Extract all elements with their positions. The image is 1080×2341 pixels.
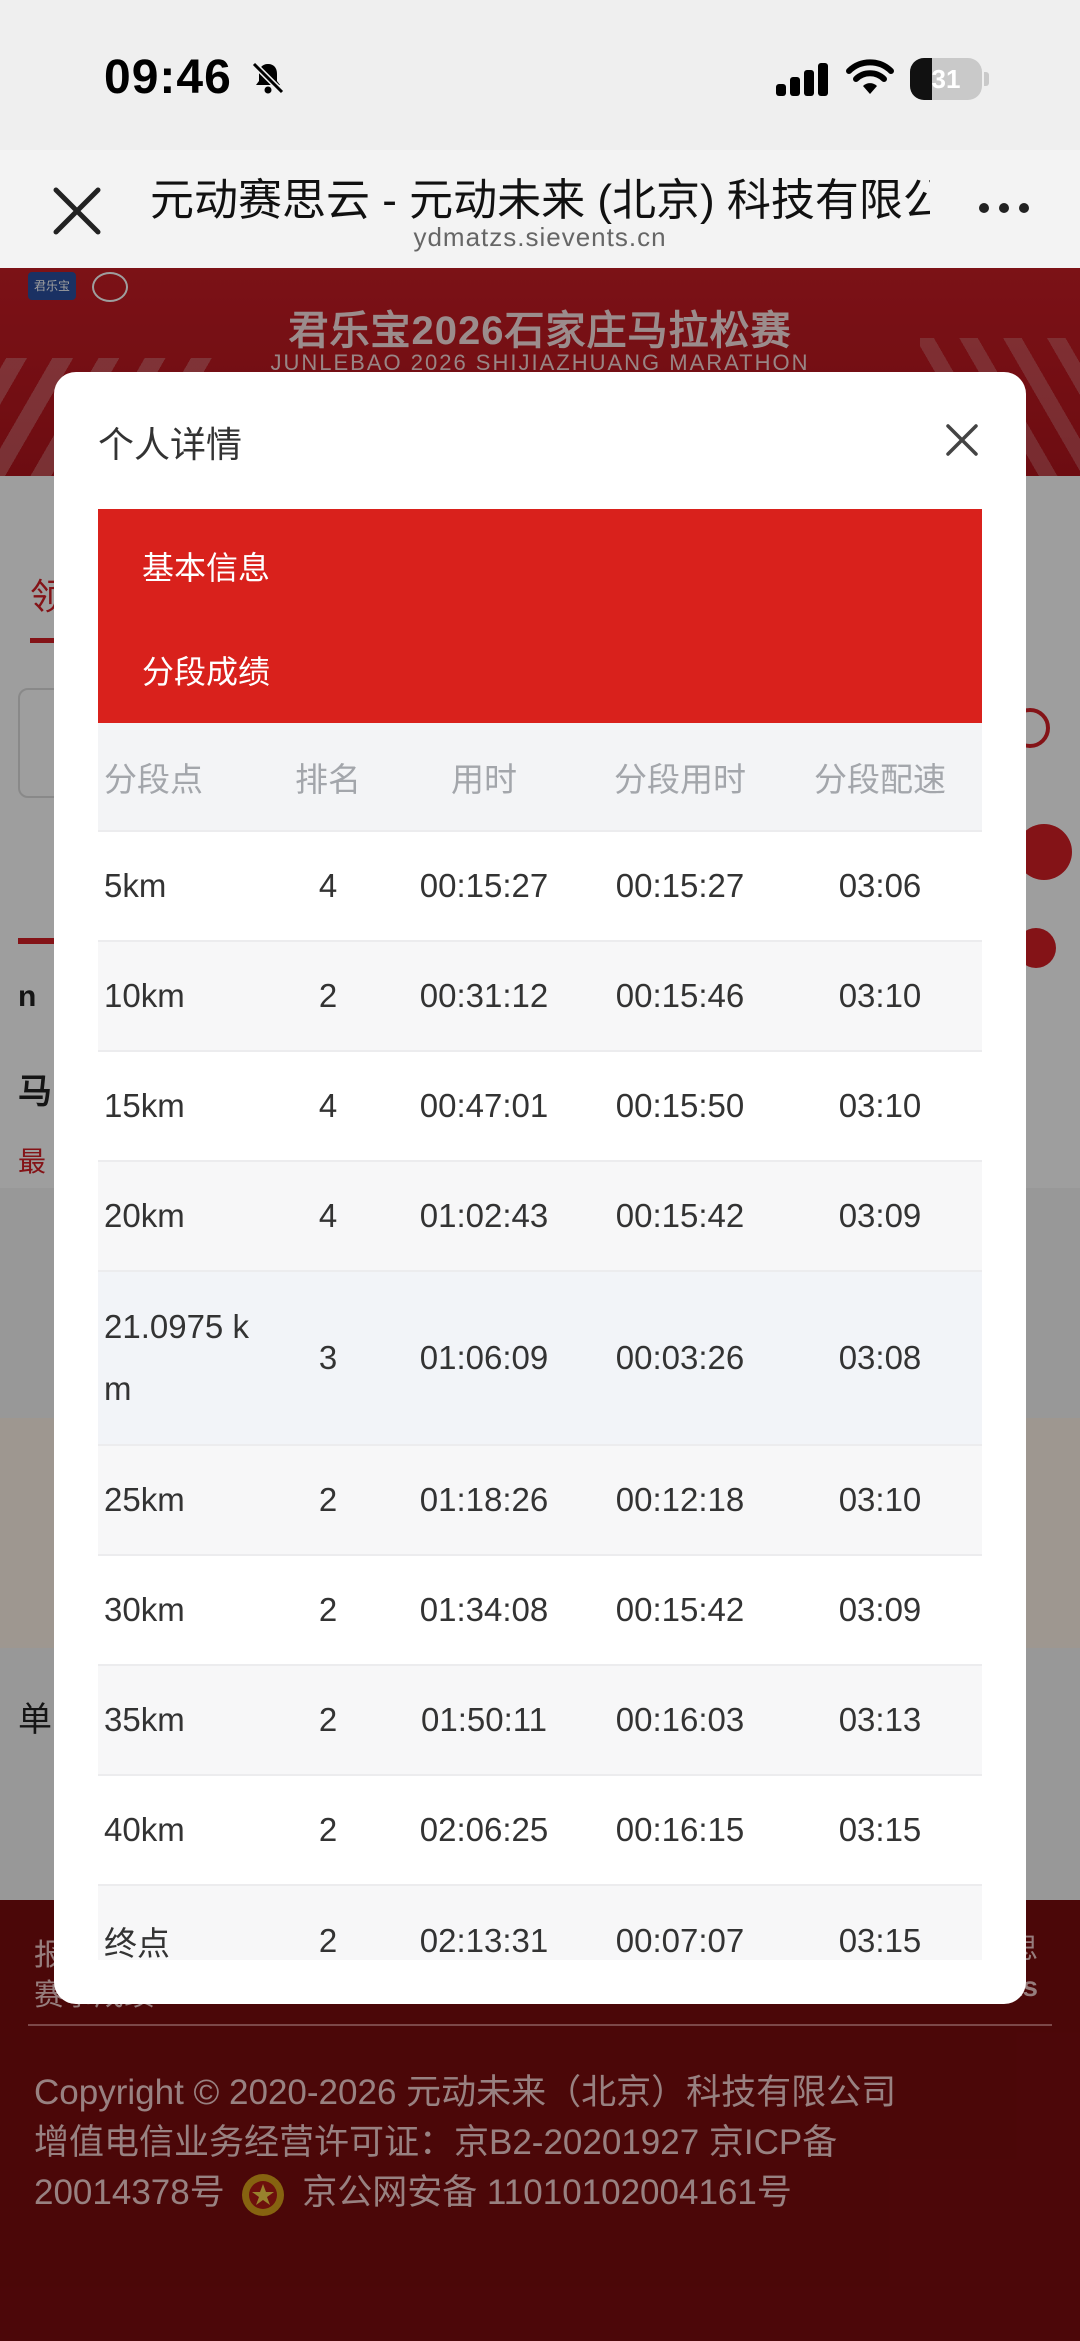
cell-split-time: 00:03:26	[582, 1270, 778, 1445]
cell-split-pace: 03:09	[778, 1554, 982, 1665]
table-row: 35km 2 01:50:11 00:16:03 03:13	[98, 1664, 982, 1775]
cellular-signal-icon	[776, 63, 828, 96]
browser-header: 元动赛思云 - 元动未来 (北京) 科技有限公司 ydmatzs.sievent…	[0, 150, 1080, 268]
cell-rank: 2	[270, 1664, 386, 1775]
cell-split-pace: 03:10	[778, 1444, 982, 1555]
column-header: 用时	[386, 723, 582, 831]
page-title: 元动赛思云 - 元动未来 (北京) 科技有限公司	[150, 176, 930, 225]
cell-rank: 3	[270, 1270, 386, 1445]
table-row: 40km 2 02:06:25 00:16:15 03:15	[98, 1774, 982, 1885]
cell-rank: 4	[270, 1160, 386, 1271]
cell-split-time: 00:07:07	[582, 1884, 778, 1960]
table-row: 终点 2 02:13:31 00:07:07 03:15	[98, 1884, 982, 1960]
cell-split-pace: 03:15	[778, 1884, 982, 1960]
cell-split-pace: 03:09	[778, 1160, 982, 1271]
cell-rank: 4	[270, 1050, 386, 1161]
cell-time: 02:13:31	[386, 1884, 582, 1960]
section-menu: 基本信息 分段成绩	[98, 509, 982, 723]
cell-checkpoint: 10km	[98, 940, 270, 1051]
cell-checkpoint: 35km	[98, 1664, 270, 1775]
cell-checkpoint: 5km	[98, 830, 270, 941]
table-header-row: 分段点 排名 用时 分段用时 分段配速	[98, 723, 982, 831]
cell-split-time: 00:16:03	[582, 1664, 778, 1775]
cell-time: 01:02:43	[386, 1160, 582, 1271]
cell-checkpoint: 15km	[98, 1050, 270, 1161]
cell-split-time: 00:15:42	[582, 1554, 778, 1665]
table-row: 21.0975 km 3 01:06:09 00:03:26 03:08	[98, 1270, 982, 1445]
table-row: 30km 2 01:34:08 00:15:42 03:09	[98, 1554, 982, 1665]
cell-split-pace: 03:08	[778, 1270, 982, 1445]
table-row: 10km 2 00:31:12 00:15:46 03:10	[98, 940, 982, 1051]
cell-split-time: 00:15:27	[582, 830, 778, 941]
cell-rank: 2	[270, 1774, 386, 1885]
cell-split-time: 00:15:46	[582, 940, 778, 1051]
cell-split-time: 00:15:42	[582, 1160, 778, 1271]
cell-rank: 2	[270, 1884, 386, 1960]
cell-split-time: 00:12:18	[582, 1444, 778, 1555]
page: 09:46 31 元动赛思云 - 元动未来 (北京) 科技有限公司 ydmatz…	[0, 0, 1080, 2341]
bell-muted-icon	[251, 61, 285, 95]
wifi-icon	[846, 59, 894, 94]
column-header: 分段配速	[778, 723, 982, 831]
cell-split-pace: 03:15	[778, 1774, 982, 1885]
cell-time: 01:18:26	[386, 1444, 582, 1555]
personal-details-modal: 个人详情 基本信息 分段成绩 分段点 排名 用时 分段用时 分段配速 5km 4…	[54, 372, 1026, 2004]
section-basic-info[interactable]: 基本信息	[142, 543, 270, 589]
cell-checkpoint: 终点	[98, 1884, 270, 1960]
status-time: 09:46	[104, 51, 232, 104]
cell-rank: 4	[270, 830, 386, 941]
cell-split-pace: 03:10	[778, 1050, 982, 1161]
cell-rank: 2	[270, 1554, 386, 1665]
cell-time: 00:31:12	[386, 940, 582, 1051]
cell-split-pace: 03:06	[778, 830, 982, 941]
cell-split-time: 00:16:15	[582, 1774, 778, 1885]
cell-checkpoint: 20km	[98, 1160, 270, 1271]
cell-time: 02:06:25	[386, 1774, 582, 1885]
table-row: 5km 4 00:15:27 00:15:27 03:06	[98, 830, 982, 941]
cell-rank: 2	[270, 940, 386, 1051]
cell-time: 01:34:08	[386, 1554, 582, 1665]
column-header: 排名	[270, 723, 386, 831]
column-header: 分段点	[98, 723, 270, 831]
cell-time: 01:06:09	[386, 1270, 582, 1445]
cell-time: 01:50:11	[386, 1664, 582, 1775]
cell-split-time: 00:15:50	[582, 1050, 778, 1161]
modal-title: 个人详情	[98, 424, 243, 465]
cell-time: 00:15:27	[386, 830, 582, 941]
cell-time: 00:47:01	[386, 1050, 582, 1161]
cell-rank: 2	[270, 1444, 386, 1555]
close-icon[interactable]	[942, 420, 982, 460]
status-bar: 09:46 31	[0, 0, 1080, 150]
table-row: 20km 4 01:02:43 00:15:42 03:09	[98, 1160, 982, 1271]
table-row: 25km 2 01:18:26 00:12:18 03:10	[98, 1444, 982, 1555]
more-options-icon[interactable]	[976, 198, 1032, 218]
battery-icon: 31	[910, 58, 989, 100]
cell-split-pace: 03:13	[778, 1664, 982, 1775]
column-header: 分段用时	[582, 723, 778, 831]
table-row: 15km 4 00:47:01 00:15:50 03:10	[98, 1050, 982, 1161]
cell-checkpoint: 21.0975 km	[98, 1270, 270, 1445]
battery-level: 31	[931, 64, 961, 94]
section-split-results[interactable]: 分段成绩	[142, 647, 270, 693]
cell-checkpoint: 40km	[98, 1774, 270, 1885]
page-url: ydmatzs.sievents.cn	[413, 222, 667, 252]
cell-split-pace: 03:10	[778, 940, 982, 1051]
cell-checkpoint: 30km	[98, 1554, 270, 1665]
cell-checkpoint: 25km	[98, 1444, 270, 1555]
split-results-table: 分段点 排名 用时 分段用时 分段配速 5km 4 00:15:27 00:15…	[98, 723, 982, 1960]
